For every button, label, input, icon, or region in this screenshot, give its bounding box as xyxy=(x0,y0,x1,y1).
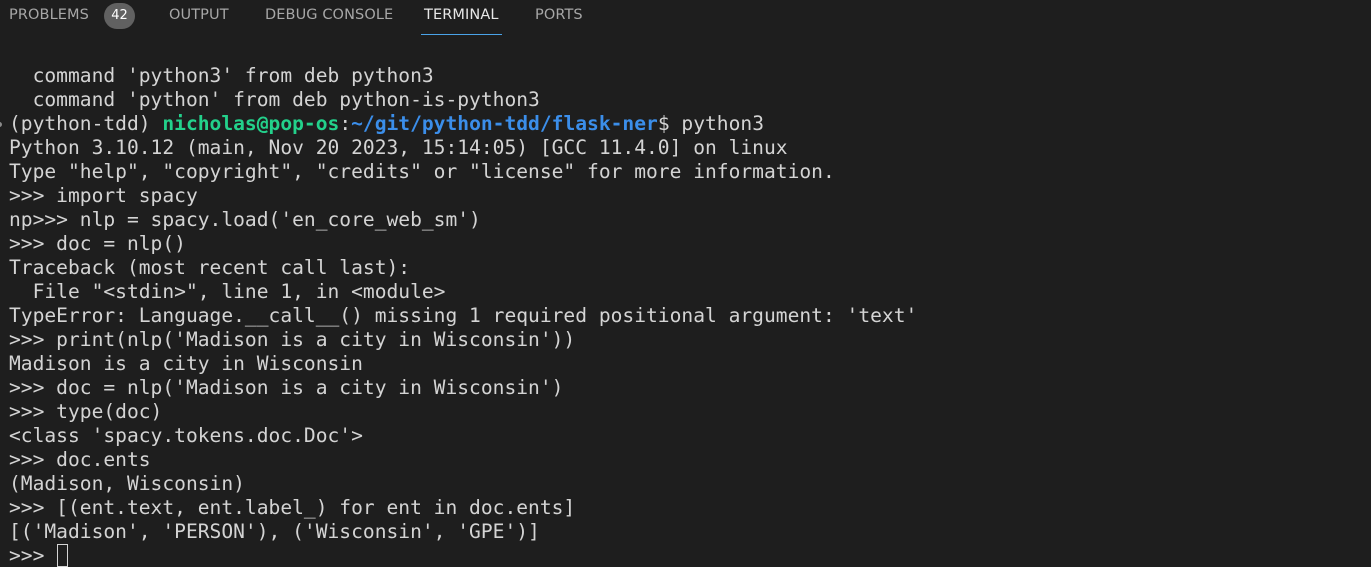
terminal-line: Type "help", "copyright", "credits" or "… xyxy=(9,160,835,183)
terminal-line: Madison is a city in Wisconsin xyxy=(9,352,363,375)
terminal-line: [('Madison', 'PERSON'), ('Wisconsin', 'G… xyxy=(9,520,540,543)
virtualenv-label: (python-tdd) xyxy=(9,112,163,135)
tab-debug-console[interactable]: DEBUG CONSOLE xyxy=(265,0,393,36)
terminal-output[interactable]: command 'python3' from deb python3 comma… xyxy=(0,64,1371,567)
tab-output[interactable]: OUTPUT xyxy=(169,0,229,36)
terminal-line: Traceback (most recent call last): xyxy=(9,256,411,279)
tab-problems[interactable]: PROBLEMS xyxy=(9,0,89,36)
prompt-path: ~/git/python-tdd/flask-ner xyxy=(351,112,658,135)
terminal-cursor xyxy=(57,544,69,567)
tab-problems-label: PROBLEMS xyxy=(9,7,89,23)
terminal-line: command 'python' from deb python-is-pyth… xyxy=(9,88,540,111)
prompt-suffix: $ xyxy=(657,112,682,135)
tab-ports[interactable]: PORTS xyxy=(535,0,583,36)
terminal-line: TypeError: Language.__call__() missing 1… xyxy=(9,304,918,327)
panel-tab-bar: PROBLEMS 42 OUTPUT DEBUG CONSOLE TERMINA… xyxy=(0,0,1371,36)
terminal-line: File "<stdin>", line 1, in <module> xyxy=(9,280,446,303)
tab-terminal-label: TERMINAL xyxy=(424,7,499,23)
terminal-line: >>> doc.ents xyxy=(9,448,151,471)
tab-debug-console-label: DEBUG CONSOLE xyxy=(265,7,394,23)
terminal-line: >>> print(nlp('Madison is a city in Wisc… xyxy=(9,328,576,351)
command-decoration-icon xyxy=(0,122,2,127)
prompt-user-host: nicholas@pop-os xyxy=(162,112,340,135)
terminal-line: Python 3.10.12 (main, Nov 20 2023, 15:14… xyxy=(9,136,788,159)
terminal-line: >>> doc = nlp('Madison is a city in Wisc… xyxy=(9,376,564,399)
terminal-line: (Madison, Wisconsin) xyxy=(9,472,245,495)
terminal-line: np>>> nlp = spacy.load('en_core_web_sm') xyxy=(9,208,481,231)
shell-prompt-line: (python-tdd) nicholas@pop-os:~/git/pytho… xyxy=(0,112,1371,136)
prompt-separator: : xyxy=(339,112,352,135)
terminal-input-line[interactable]: >>> xyxy=(0,544,1371,567)
terminal-line: >>> doc = nlp() xyxy=(9,232,186,255)
tab-output-label: OUTPUT xyxy=(169,7,229,23)
terminal-line: command 'python3' from deb python3 xyxy=(9,64,434,87)
shell-command: python3 xyxy=(681,112,764,135)
python-prompt: >>> xyxy=(9,544,57,567)
terminal-line: >>> [(ent.text, ent.label_) for ent in d… xyxy=(9,496,576,519)
problems-count-badge: 42 xyxy=(104,3,135,29)
tab-ports-label: PORTS xyxy=(535,7,583,23)
terminal-line: >>> type(doc) xyxy=(9,400,163,423)
terminal-line: >>> import spacy xyxy=(9,184,198,207)
terminal-line: <class 'spacy.tokens.doc.Doc'> xyxy=(9,424,363,447)
tab-terminal[interactable]: TERMINAL xyxy=(421,0,502,36)
